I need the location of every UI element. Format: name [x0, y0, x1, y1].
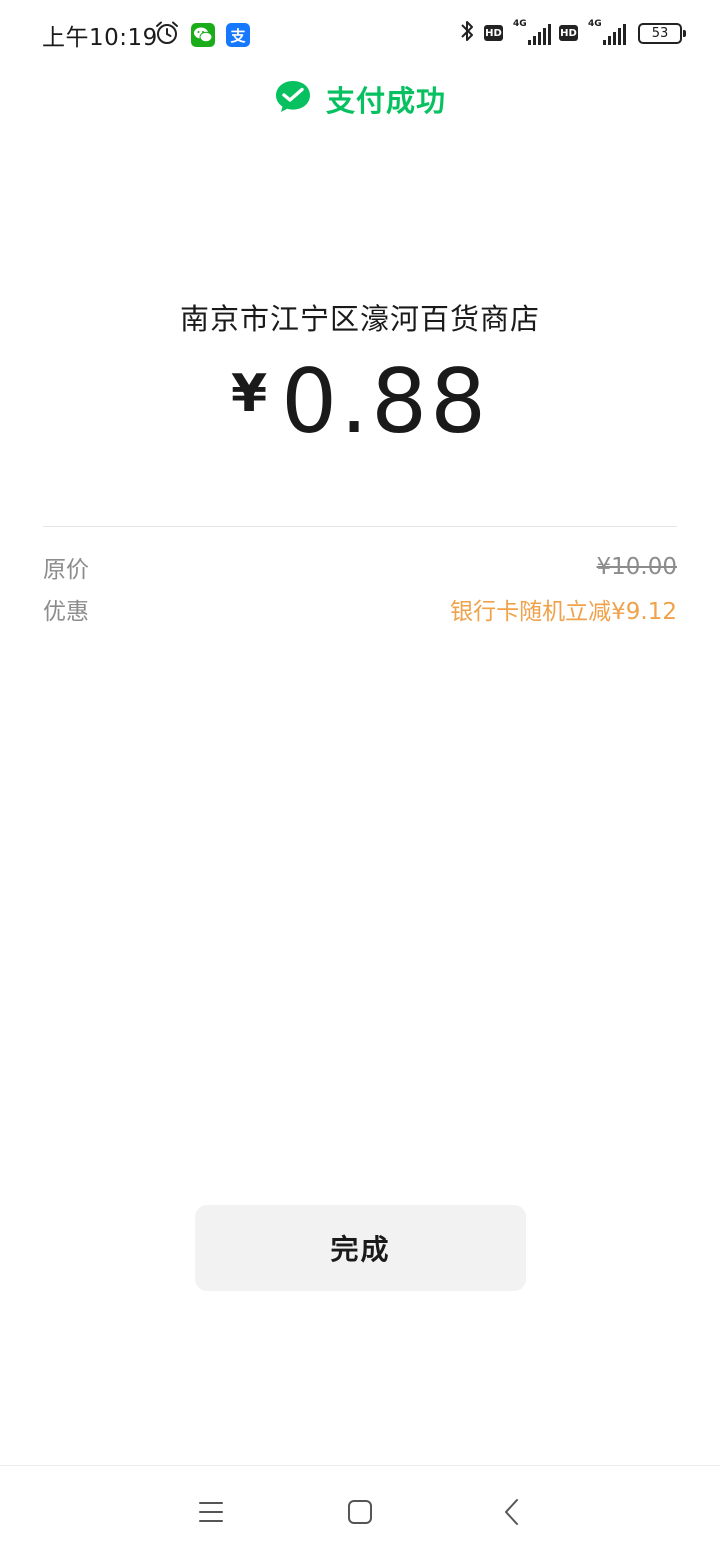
- payment-success-header: 支付成功: [0, 78, 720, 120]
- currency-symbol: ¥: [230, 364, 268, 424]
- navigation-bar: [0, 1465, 720, 1561]
- original-price-value: ¥10.00: [596, 554, 677, 580]
- home-square-icon[interactable]: [338, 1490, 382, 1534]
- system-status-icons: HD 4G HD 4G 53: [458, 18, 686, 48]
- original-price-label: 原价: [43, 557, 89, 583]
- discount-row: 优惠 银行卡随机立减¥9.12: [43, 592, 677, 626]
- notification-icons: 支: [154, 20, 250, 50]
- alipay-notification-icon: 支: [226, 23, 250, 47]
- alarm-clock-icon: [154, 20, 180, 50]
- menu-icon[interactable]: [189, 1490, 233, 1534]
- discount-label: 优惠: [43, 599, 89, 625]
- network-type-label: 4G: [588, 19, 602, 29]
- wechat-pay-check-icon: [274, 79, 312, 119]
- page-title: 支付成功: [325, 84, 446, 118]
- signal-icon: 4G: [586, 19, 626, 47]
- status-time: 上午10:19: [42, 25, 158, 51]
- back-chevron-icon[interactable]: [490, 1490, 534, 1534]
- signal-icon: 4G: [511, 19, 551, 47]
- divider: [43, 526, 677, 527]
- status-bar: 上午10:19 支 HD 4G HD 4G 53: [0, 0, 720, 68]
- payment-amount: ¥ 0.88: [0, 350, 720, 453]
- merchant-name: 南京市江宁区濠河百货商店: [179, 302, 540, 336]
- original-price-row: 原价 ¥10.00: [43, 550, 677, 584]
- wechat-notification-icon: [191, 23, 215, 47]
- bluetooth-icon: [458, 18, 476, 48]
- done-button[interactable]: 完成: [195, 1205, 526, 1291]
- amount-value: 0.88: [281, 350, 490, 453]
- hd-voice-badge: HD: [559, 25, 578, 41]
- battery-level: 53: [651, 25, 669, 41]
- discount-value: 银行卡随机立减¥9.12: [450, 599, 677, 625]
- network-type-label: 4G: [513, 19, 527, 29]
- hd-voice-badge: HD: [484, 25, 503, 41]
- battery-icon: 53: [638, 22, 686, 44]
